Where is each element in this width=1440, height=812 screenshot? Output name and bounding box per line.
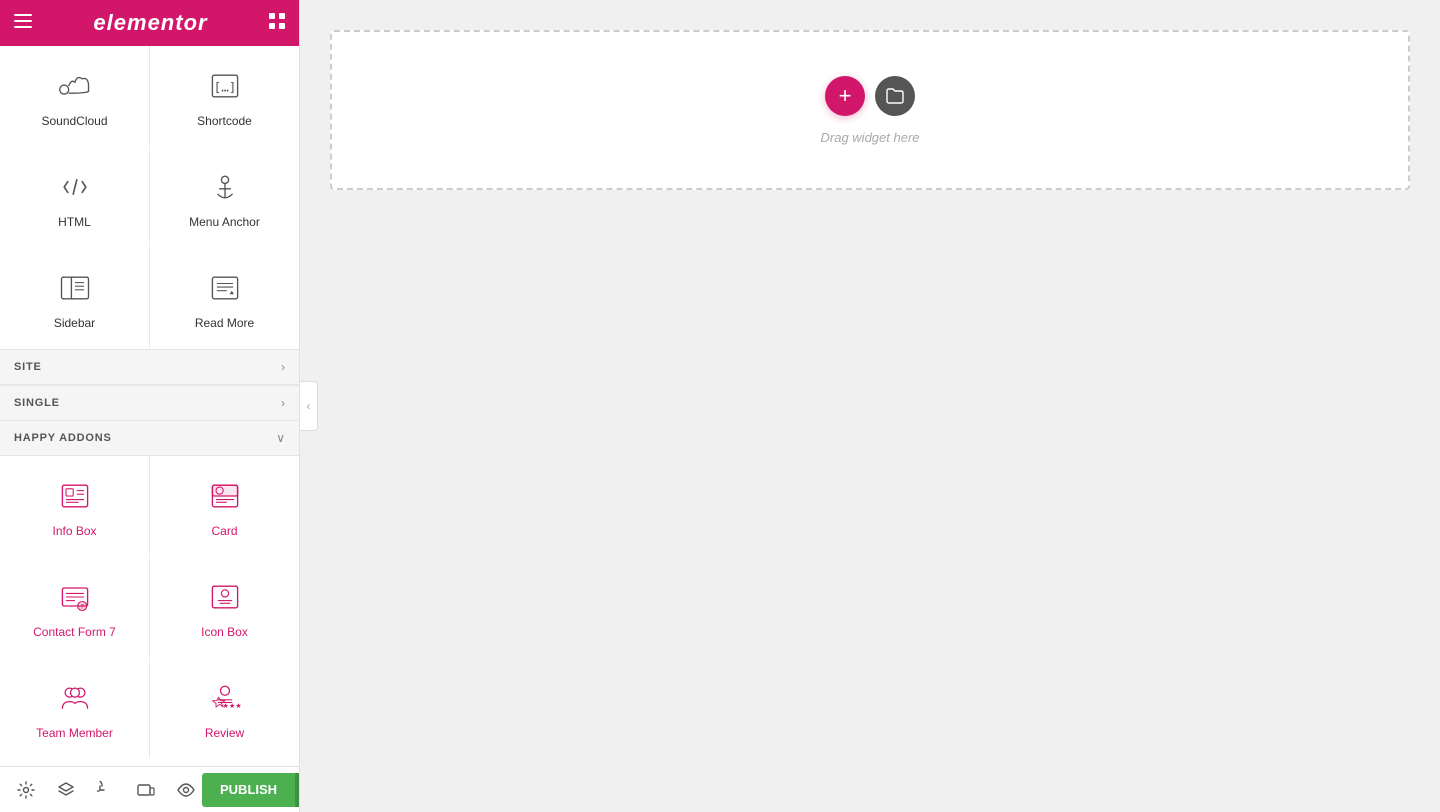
html-icon (55, 167, 95, 207)
section-site[interactable]: SITE › (0, 349, 299, 385)
sidebar-widget-icon (55, 268, 95, 308)
collapse-sidebar-handle[interactable]: ‹ (300, 381, 318, 431)
widget-contact-form-7[interactable]: 7 Contact Form 7 (0, 557, 149, 657)
add-widget-button[interactable]: + (825, 76, 865, 116)
info-box-label: Info Box (52, 524, 96, 540)
widget-team-member[interactable]: Team Member (0, 658, 149, 758)
hamburger-icon[interactable] (14, 14, 32, 33)
drop-zone-buttons: + (825, 76, 915, 116)
svg-text:7: 7 (80, 604, 84, 611)
team-member-label: Team Member (36, 726, 113, 742)
happy-addons-label: HAPPY ADDONS (14, 432, 112, 444)
review-icon: ★★★ (205, 678, 245, 718)
menu-anchor-label: Menu Anchor (189, 215, 260, 231)
history-icon[interactable] (90, 774, 122, 806)
widget-icon-box[interactable]: Icon Box (150, 557, 299, 657)
widget-grid-row2: HTML Menu Anchor (0, 147, 299, 247)
section-single[interactable]: SINGLE › (0, 385, 299, 421)
single-chevron: › (281, 396, 285, 410)
sidebar-label: Sidebar (54, 316, 95, 332)
icon-box-label: Icon Box (201, 625, 248, 641)
contact-form-7-label: Contact Form 7 (33, 625, 116, 641)
card-icon (205, 476, 245, 516)
widget-grid-row3: Sidebar Read More (0, 248, 299, 348)
sidebar: elementor (0, 0, 300, 812)
drop-zone: + Drag widget here (330, 30, 1410, 190)
soundcloud-icon (55, 66, 95, 106)
responsive-icon[interactable] (130, 774, 162, 806)
sidebar-content: SoundCloud […] Shortcode (0, 46, 299, 766)
happy-widget-grid-row1: Info Box Card (0, 456, 299, 556)
happy-addons-chevron: ∨ (276, 431, 285, 445)
widget-read-more[interactable]: Read More (150, 248, 299, 348)
widget-menu-anchor[interactable]: Menu Anchor (150, 147, 299, 247)
svg-text:★★★: ★★★ (222, 701, 241, 710)
contactform-icon: 7 (55, 577, 95, 617)
card-label: Card (211, 524, 237, 540)
add-template-button[interactable] (875, 76, 915, 116)
elementor-logo: elementor (93, 10, 207, 36)
widget-sidebar[interactable]: Sidebar (0, 248, 149, 348)
sidebar-bottom: PUBLISH ▲ (0, 766, 299, 812)
bottom-icons (10, 774, 202, 806)
layers-icon[interactable] (50, 774, 82, 806)
shortcode-icon: […] (205, 66, 245, 106)
team-icon (55, 678, 95, 718)
sidebar-header: elementor (0, 0, 299, 46)
widget-html[interactable]: HTML (0, 147, 149, 247)
site-label: SITE (14, 361, 42, 373)
soundcloud-label: SoundCloud (41, 114, 107, 130)
widget-soundcloud[interactable]: SoundCloud (0, 46, 149, 146)
widget-card[interactable]: Card (150, 456, 299, 556)
drop-zone-text: Drag widget here (821, 130, 920, 145)
shortcode-label: Shortcode (197, 114, 252, 130)
canvas-area: + Drag widget here (300, 0, 1440, 812)
grid-icon[interactable] (269, 13, 285, 34)
widget-grid-row1: SoundCloud […] Shortcode (0, 46, 299, 146)
site-chevron: › (281, 360, 285, 374)
view-icon[interactable] (170, 774, 202, 806)
single-label: SINGLE (14, 397, 60, 409)
widget-info-box[interactable]: Info Box (0, 456, 149, 556)
html-label: HTML (58, 215, 91, 231)
publish-wrapper: PUBLISH ▲ (202, 773, 300, 807)
read-more-label: Read More (195, 316, 254, 332)
review-label: Review (205, 726, 244, 742)
settings-icon[interactable] (10, 774, 42, 806)
infobox-icon (55, 476, 95, 516)
widget-shortcode[interactable]: […] Shortcode (150, 46, 299, 146)
widget-review[interactable]: ★★★ Review (150, 658, 299, 758)
happy-widget-grid-row3: Team Member ★★★ Review (0, 658, 299, 758)
happy-widget-grid-row2: 7 Contact Form 7 Icon Box (0, 557, 299, 657)
iconbox-icon (205, 577, 245, 617)
readmore-icon (205, 268, 245, 308)
section-happy-addons[interactable]: HAPPY ADDONS ∨ (0, 421, 299, 456)
anchor-icon (205, 167, 245, 207)
publish-button[interactable]: PUBLISH (202, 773, 295, 807)
svg-text:[…]: […] (213, 80, 236, 95)
